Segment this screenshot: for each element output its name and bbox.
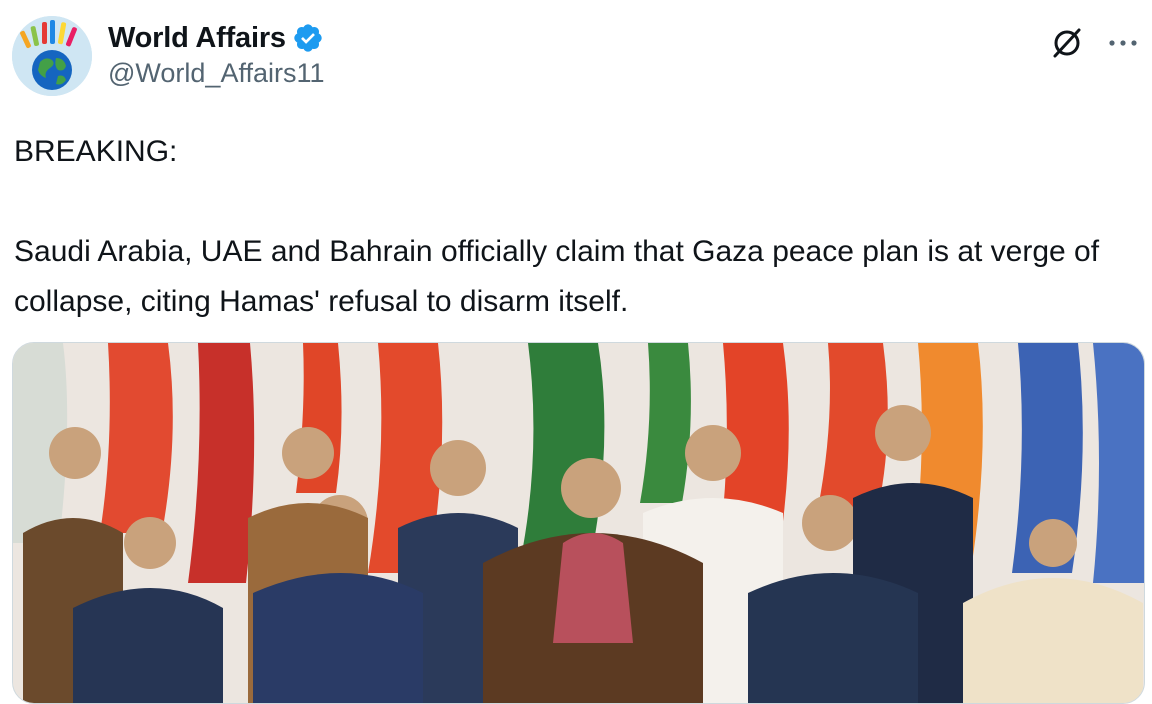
- verified-badge-icon[interactable]: [292, 22, 324, 54]
- summit-photo-illustration: [13, 343, 1144, 703]
- more-horizontal-icon[interactable]: [1106, 26, 1140, 60]
- author-display-name[interactable]: World Affairs: [108, 22, 286, 55]
- tweet-text: BREAKING: Saudi Arabia, UAE and Bahrain …: [14, 127, 1144, 327]
- tweet-headline: BREAKING:: [14, 135, 178, 168]
- tweet-header: World Affairs @World_Affairs11: [12, 16, 1140, 100]
- globe-hands-icon: [12, 16, 92, 96]
- grok-icon[interactable]: [1050, 26, 1084, 60]
- tweet-body: Saudi Arabia, UAE and Bahrain officially…: [14, 235, 1100, 318]
- author-handle[interactable]: @World_Affairs11: [108, 58, 325, 89]
- tweet-photo[interactable]: [12, 342, 1145, 704]
- avatar[interactable]: [12, 16, 92, 96]
